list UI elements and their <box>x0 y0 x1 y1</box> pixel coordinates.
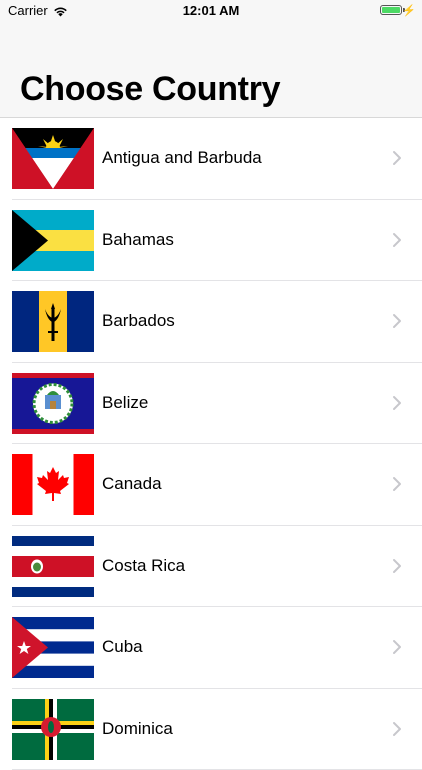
list-item-cuba[interactable]: Cuba <box>0 607 422 689</box>
country-name: Bahamas <box>102 230 174 250</box>
list-item-canada[interactable]: Canada <box>0 444 422 526</box>
country-name: Antigua and Barbuda <box>102 148 262 168</box>
charging-icon: ⚡ <box>402 4 416 17</box>
chevron-right-icon <box>392 476 402 492</box>
flag-barbados-icon <box>12 291 94 352</box>
country-name: Cuba <box>102 637 143 657</box>
chevron-right-icon <box>392 395 402 411</box>
list-item-belize[interactable]: Belize <box>0 363 422 445</box>
list-item-antigua-and-barbuda[interactable]: Antigua and Barbuda <box>0 118 422 200</box>
flag-bahamas-icon <box>12 210 94 271</box>
country-name: Dominica <box>102 719 173 739</box>
clock: 12:01 AM <box>0 3 422 18</box>
navigation-bar: Choose Country <box>0 22 422 118</box>
battery-icon <box>380 5 402 15</box>
country-name: Costa Rica <box>102 556 185 576</box>
country-name: Belize <box>102 393 148 413</box>
list-item-barbados[interactable]: Barbados <box>0 281 422 363</box>
flag-cuba-icon <box>12 617 94 678</box>
list-item-bahamas[interactable]: Bahamas <box>0 200 422 282</box>
flag-antigua-and-barbuda-icon <box>12 128 94 189</box>
chevron-right-icon <box>392 558 402 574</box>
chevron-right-icon <box>392 721 402 737</box>
battery-level <box>382 7 400 13</box>
list-item-dominica[interactable]: Dominica <box>0 689 422 770</box>
flag-canada-icon <box>12 454 94 515</box>
list-item-costa-rica[interactable]: Costa Rica <box>0 526 422 608</box>
country-list[interactable]: Antigua and Barbuda Bahamas <box>0 118 422 770</box>
chevron-right-icon <box>392 232 402 248</box>
country-name: Barbados <box>102 311 175 331</box>
flag-costa-rica-icon <box>12 536 94 597</box>
status-bar: Carrier 12:01 AM ⚡ <box>0 0 422 22</box>
flag-belize-icon <box>12 373 94 434</box>
chevron-right-icon <box>392 313 402 329</box>
country-name: Canada <box>102 474 162 494</box>
chevron-right-icon <box>392 639 402 655</box>
page-title: Choose Country <box>20 70 280 109</box>
flag-dominica-icon <box>12 699 94 760</box>
chevron-right-icon <box>392 150 402 166</box>
